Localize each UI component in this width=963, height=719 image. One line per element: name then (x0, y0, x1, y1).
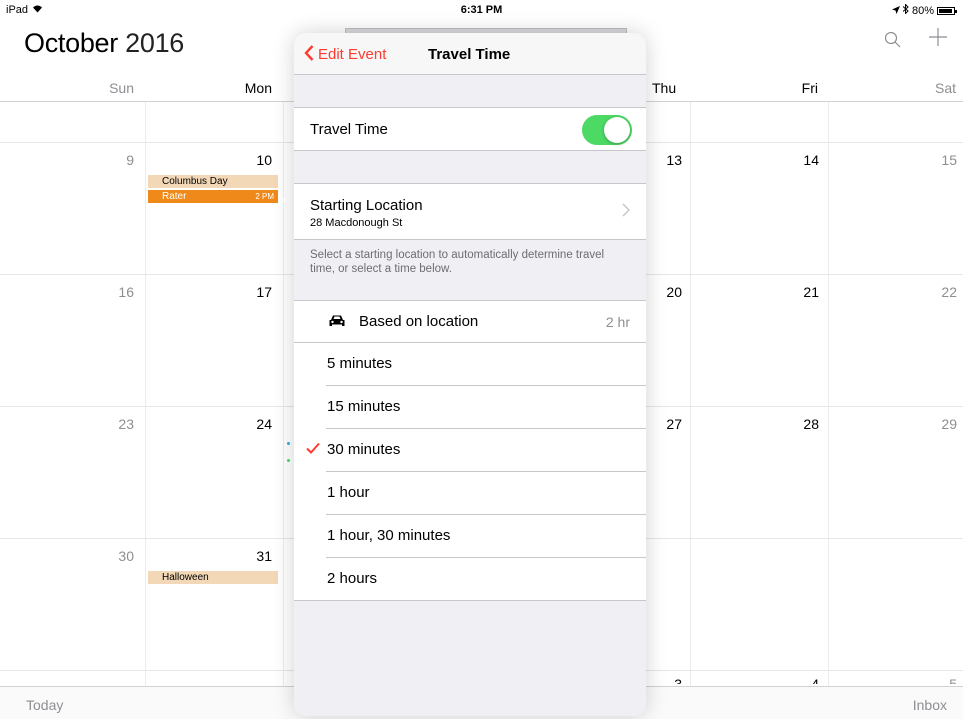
weekday-fri: Fri (801, 80, 818, 96)
back-label: Edit Event (318, 45, 387, 63)
event-dot (287, 442, 290, 445)
day-cell-16[interactable]: 16 (94, 284, 134, 300)
month-title: October 2016 (24, 28, 184, 59)
status-time: 6:31 PM (460, 4, 503, 16)
option-based-on-location[interactable]: Based on location 2 hr (294, 300, 646, 343)
battery-icon (937, 6, 957, 15)
weekday-sun: Sun (109, 80, 134, 96)
add-event-button[interactable] (928, 26, 948, 50)
day-cell-20[interactable]: 20 (642, 284, 682, 300)
today-button[interactable]: Today (26, 697, 63, 713)
option-label: 1 hour, 30 minutes (327, 527, 451, 544)
grid-divider (828, 102, 829, 686)
car-icon (328, 314, 346, 328)
chevron-left-icon (304, 45, 314, 63)
day-cell-5[interactable]: 5 (917, 676, 957, 684)
year-label: 2016 (125, 28, 185, 58)
day-cell-13[interactable]: 13 (642, 152, 682, 168)
event-columbus-day[interactable]: Columbus Day (148, 175, 278, 188)
grid-divider (690, 102, 691, 686)
search-icon[interactable] (884, 30, 904, 54)
day-cell-9[interactable]: 9 (94, 152, 134, 168)
option-15-minutes[interactable]: 15 minutes (294, 386, 646, 429)
day-cell-31[interactable]: 31 (232, 548, 272, 564)
travel-time-row: Travel Time (294, 107, 646, 151)
day-cell-27[interactable]: 27 (642, 416, 682, 432)
travel-time-toggle[interactable] (582, 115, 632, 145)
month-name: October (24, 28, 118, 58)
option-1-hour-30-minutes[interactable]: 1 hour, 30 minutes (294, 515, 646, 558)
starting-location-row[interactable]: Starting Location 28 Macdonough St (294, 183, 646, 240)
day-cell-29[interactable]: 29 (917, 416, 957, 432)
event-title: Rater (162, 191, 187, 202)
day-cell-3[interactable]: 3 (642, 676, 682, 684)
option-label: 15 minutes (327, 398, 401, 415)
popover-arrow (282, 188, 294, 212)
grid-divider (145, 102, 146, 686)
day-cell-24[interactable]: 24 (232, 416, 272, 432)
event-rater[interactable]: Rater 2 PM (148, 190, 278, 203)
event-halloween[interactable]: Halloween (148, 571, 278, 584)
popover-title: Travel Time (428, 46, 511, 63)
checkmark-icon (306, 439, 320, 459)
based-on-location-value: 2 hr (605, 314, 630, 330)
status-bar: iPad 6:31 PM 80% (0, 0, 963, 20)
day-cell-4[interactable]: 4 (779, 676, 819, 684)
weekday-thu: Thu (652, 80, 677, 96)
weekday-mon: Mon (244, 80, 272, 96)
based-on-location-label: Based on location (359, 313, 479, 330)
battery-percent: 80% (911, 4, 934, 17)
option-label: 30 minutes (327, 441, 401, 458)
bluetooth-icon (902, 3, 909, 17)
day-cell-15[interactable]: 15 (917, 152, 957, 168)
option-label: 2 hours (327, 570, 378, 587)
location-arrow-icon (891, 5, 900, 17)
popover-nav-bar: Edit Event Travel Time (294, 33, 646, 75)
starting-location-footer: Select a starting location to automatica… (310, 249, 605, 275)
option-1-hour[interactable]: 1 hour (294, 472, 646, 515)
option-label: 5 minutes (327, 355, 393, 372)
travel-time-label: Travel Time (310, 121, 388, 138)
event-time: 2 PM (255, 192, 274, 201)
day-cell-28[interactable]: 28 (779, 416, 819, 432)
day-cell-17[interactable]: 17 (232, 284, 272, 300)
status-right: 80% (891, 3, 957, 17)
day-cell-22[interactable]: 22 (917, 284, 957, 300)
starting-location-label: Starting Location (310, 197, 423, 214)
option-label: 1 hour (327, 484, 370, 501)
chevron-right-icon (622, 201, 631, 222)
edit-event-back-button[interactable]: Edit Event (304, 45, 386, 63)
option-2-hours[interactable]: 2 hours (294, 558, 646, 601)
travel-time-popover: Edit Event Travel Time Travel Time Start… (294, 33, 646, 716)
day-cell-14[interactable]: 14 (779, 152, 819, 168)
event-dot (287, 459, 290, 462)
option-30-minutes[interactable]: 30 minutes (294, 429, 646, 472)
day-cell-23[interactable]: 23 (94, 416, 134, 432)
day-cell-30[interactable]: 30 (94, 548, 134, 564)
option-5-minutes[interactable]: 5 minutes (294, 343, 646, 386)
toggle-knob (604, 117, 630, 143)
day-cell-10[interactable]: 10 (232, 152, 272, 168)
starting-location-value: 28 Macdonough St (310, 217, 403, 229)
inbox-button[interactable]: Inbox (913, 697, 947, 713)
day-cell-21[interactable]: 21 (779, 284, 819, 300)
weekday-sat: Sat (934, 80, 956, 96)
